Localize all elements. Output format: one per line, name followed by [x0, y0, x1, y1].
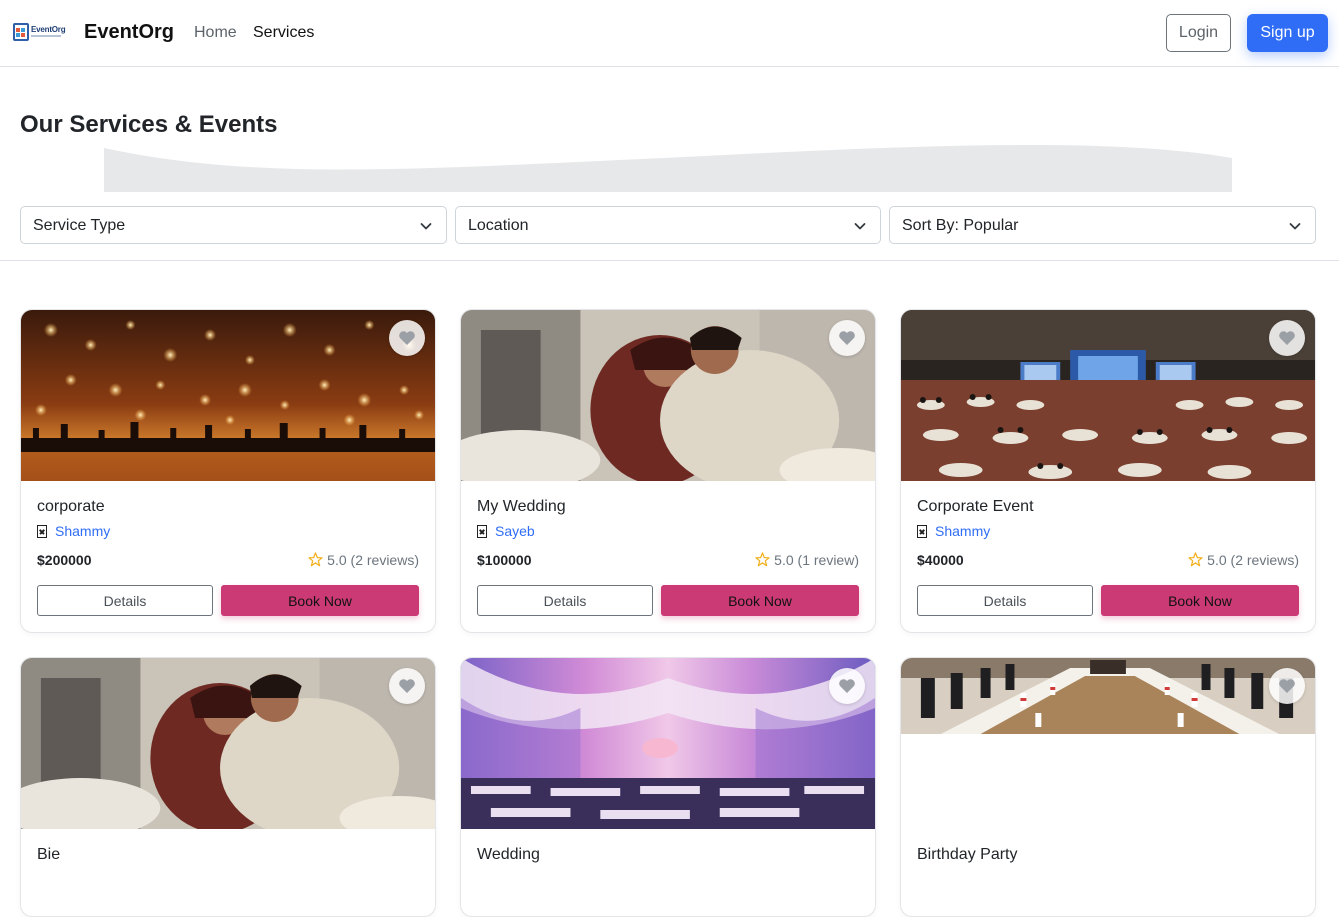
- location-select[interactable]: Location: [455, 206, 881, 244]
- star-icon: [1188, 552, 1203, 567]
- service-card: My Wedding Sayeb $100000 5.0 (1 review) …: [460, 309, 876, 633]
- service-card: corporate Shammy $200000 5.0 (2 reviews)…: [20, 309, 436, 633]
- page-title: Our Services & Events: [20, 111, 278, 138]
- star-icon: [308, 552, 323, 567]
- service-price: $100000: [477, 552, 532, 568]
- service-rating: 5.0 (2 reviews): [308, 552, 419, 568]
- chevron-down-icon: [1289, 223, 1301, 230]
- book-now-button[interactable]: Book Now: [1101, 585, 1299, 616]
- service-title[interactable]: corporate: [37, 498, 105, 516]
- details-button[interactable]: Details: [37, 585, 213, 616]
- nav-services-link[interactable]: Services: [253, 24, 314, 42]
- details-button[interactable]: Details: [917, 585, 1093, 616]
- logo-text: EventOrg: [31, 25, 66, 34]
- chevron-down-icon: [420, 223, 432, 230]
- service-rating: 5.0 (1 review): [755, 552, 859, 568]
- brand-name[interactable]: EventOrg: [84, 21, 174, 44]
- service-title[interactable]: Wedding: [477, 846, 540, 864]
- service-image-meeting-room[interactable]: [901, 658, 1315, 734]
- review-count: (2 reviews): [350, 552, 419, 568]
- broken-image-icon: [37, 525, 47, 538]
- details-button[interactable]: Details: [477, 585, 653, 616]
- service-owner-link[interactable]: Shammy: [917, 523, 990, 539]
- heart-icon: [839, 331, 855, 345]
- service-image-wedding-couple[interactable]: [461, 310, 875, 481]
- sort-by-label: Sort By: Popular: [902, 217, 1019, 234]
- service-price: $200000: [37, 552, 92, 568]
- service-owner-link[interactable]: Shammy: [37, 523, 110, 539]
- favorite-button[interactable]: [829, 320, 865, 356]
- calendar-icon: [13, 23, 29, 41]
- signup-button[interactable]: Sign up: [1247, 14, 1328, 52]
- favorite-button[interactable]: [389, 320, 425, 356]
- service-rating: 5.0 (2 reviews): [1188, 552, 1299, 568]
- favorite-button[interactable]: [1269, 320, 1305, 356]
- favorite-button[interactable]: [389, 668, 425, 704]
- owner-name[interactable]: Sayeb: [495, 523, 535, 539]
- service-image-wedding-hall[interactable]: [461, 658, 875, 829]
- service-image-wedding-couple[interactable]: [21, 658, 435, 829]
- service-title[interactable]: My Wedding: [477, 498, 566, 516]
- service-price: $40000: [917, 552, 964, 568]
- logo[interactable]: EventOrg: [13, 22, 66, 44]
- heart-icon: [399, 331, 415, 345]
- heart-icon: [839, 679, 855, 693]
- service-image-conference-hall[interactable]: [901, 310, 1315, 481]
- navbar: EventOrg EventOrg Home Services Login Si…: [0, 0, 1339, 67]
- service-image-lanterns[interactable]: [21, 310, 435, 481]
- favorite-button[interactable]: [829, 668, 865, 704]
- owner-name[interactable]: Shammy: [55, 523, 110, 539]
- broken-image-icon: [917, 525, 927, 538]
- broken-image-icon: [477, 525, 487, 538]
- logo-tagline: [31, 35, 61, 37]
- rating-score: 5.0: [327, 552, 347, 568]
- heart-icon: [399, 679, 415, 693]
- service-card: Bie: [20, 657, 436, 917]
- favorite-button[interactable]: [1269, 668, 1305, 704]
- section-divider: [0, 260, 1339, 261]
- star-icon: [755, 552, 770, 567]
- service-owner-link[interactable]: Sayeb: [477, 523, 535, 539]
- owner-name[interactable]: Shammy: [935, 523, 990, 539]
- sort-by-select[interactable]: Sort By: Popular: [889, 206, 1316, 244]
- service-type-label: Service Type: [33, 217, 126, 234]
- book-now-button[interactable]: Book Now: [221, 585, 419, 616]
- nav-home-link[interactable]: Home: [194, 24, 237, 42]
- service-title[interactable]: Corporate Event: [917, 498, 1034, 516]
- review-count: (2 reviews): [1230, 552, 1299, 568]
- heart-icon: [1279, 331, 1295, 345]
- decorative-wave: [104, 144, 1232, 192]
- service-card: Corporate Event Shammy $40000 5.0 (2 rev…: [900, 309, 1316, 633]
- rating-score: 5.0: [774, 552, 794, 568]
- service-title[interactable]: Birthday Party: [917, 846, 1017, 864]
- service-type-select[interactable]: Service Type: [20, 206, 447, 244]
- service-title[interactable]: Bie: [37, 846, 60, 864]
- review-count: (1 review): [797, 552, 859, 568]
- rating-score: 5.0: [1207, 552, 1227, 568]
- service-card: Wedding: [460, 657, 876, 917]
- login-button[interactable]: Login: [1166, 14, 1231, 52]
- heart-icon: [1279, 679, 1295, 693]
- book-now-button[interactable]: Book Now: [661, 585, 859, 616]
- service-card: Birthday Party: [900, 657, 1316, 917]
- chevron-down-icon: [854, 223, 866, 230]
- location-label: Location: [468, 217, 529, 234]
